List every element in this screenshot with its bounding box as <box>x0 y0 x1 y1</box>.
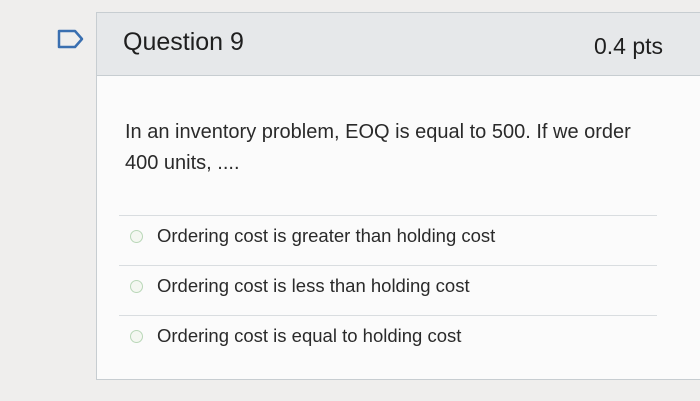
radio-button[interactable] <box>130 230 143 243</box>
question-card: Question 9 0.4 pts In an inventory probl… <box>96 12 700 380</box>
radio-button[interactable] <box>130 280 143 293</box>
radio-button[interactable] <box>130 330 143 343</box>
question-points: 0.4 pts <box>593 33 663 59</box>
question-title: Question 9 <box>123 28 244 56</box>
question-text: In an inventory problem, EOQ is equal to… <box>125 121 631 174</box>
question-header: Question 9 0.4 pts <box>97 13 700 76</box>
answer-label: Ordering cost is greater than holding co… <box>157 225 496 246</box>
answer-label: Ordering cost is equal to holding cost <box>157 325 462 346</box>
answer-option[interactable]: Ordering cost is greater than holding co… <box>119 215 657 265</box>
answer-list: Ordering cost is greater than holding co… <box>119 215 657 365</box>
answer-label: Ordering cost is less than holding cost <box>157 275 470 296</box>
answer-option[interactable]: Ordering cost is equal to holding cost <box>119 315 657 365</box>
flag-icon[interactable] <box>56 28 86 50</box>
answer-option[interactable]: Ordering cost is less than holding cost <box>119 265 657 315</box>
